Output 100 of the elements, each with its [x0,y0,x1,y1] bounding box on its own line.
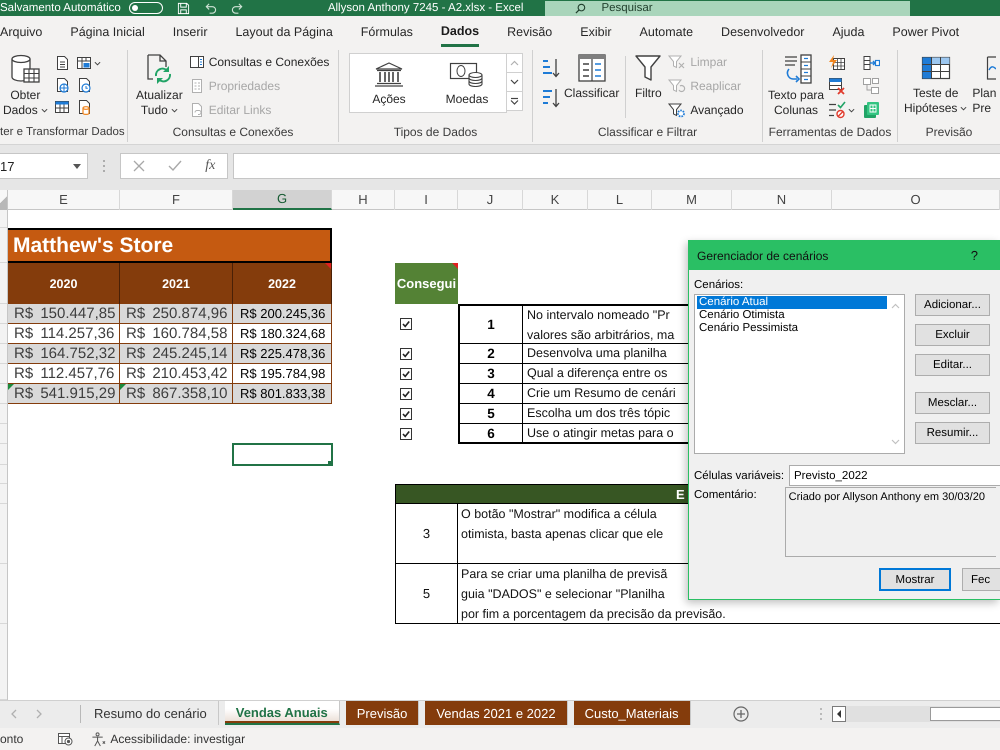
ribbon-tab[interactable]: Arquivo [0,16,42,48]
vertical-dots-icon[interactable] [818,707,823,721]
scroll-left-icon[interactable] [832,706,846,722]
checkbox[interactable] [400,428,412,440]
undo-icon[interactable] [204,2,217,14]
task-text: Use o atingir metas para o [527,425,674,442]
help-button[interactable]: ? [966,248,982,263]
macro-record-icon[interactable] [57,732,74,746]
grid-picture-icon[interactable] [76,55,92,71]
accessibility-status[interactable]: Acessibilidade: investigar [110,732,246,746]
redo-icon[interactable] [230,2,244,14]
ribbon-button[interactable]: Avançado [668,98,744,122]
remove-duplicates-icon[interactable] [828,77,846,95]
table-icon[interactable] [54,99,70,115]
currency-value: R$ 160.784,58 [126,325,228,342]
ribbon-tab[interactable]: Power Pivot [892,16,960,48]
consolidate-icon[interactable] [862,55,880,71]
data-type-button[interactable]: Ações [350,54,428,112]
ribbon-tab[interactable]: Automate [640,16,694,48]
group-label: Ferramentas de Dados [768,125,892,141]
checkbox[interactable] [400,368,412,380]
caret-icon[interactable] [848,108,856,112]
data-validation-icon[interactable] [828,101,846,119]
add-sheet-icon[interactable] [732,706,749,722]
check-icon[interactable] [168,160,182,172]
banknote-coins-icon [449,60,485,86]
checkbox[interactable] [400,318,412,330]
ribbon-tab[interactable]: Desenvolvedor [721,16,804,48]
column-header[interactable]: G [233,190,332,210]
formula-input[interactable] [233,153,1000,179]
sort-descending-icon[interactable] [542,87,560,109]
sort-button[interactable]: Classificar [564,50,620,122]
input-field[interactable]: Previsto_2022 [789,465,1000,486]
data-model-icon[interactable] [862,101,880,119]
sheet-tab[interactable]: Vendas 2021 e 2022 [425,701,568,725]
sheet-tab[interactable]: Previsão [346,701,420,725]
ribbon-tab[interactable]: Revisão [507,16,552,48]
currency-value: R$ 114.257,36 [14,325,114,342]
search-icon [575,2,586,14]
save-icon[interactable] [176,2,190,14]
autosave-toggle[interactable] [128,2,163,14]
search-field[interactable]: Pesquisar [545,0,910,16]
currency-value: R$ 867.358,10 [126,385,228,402]
ribbon-tab[interactable]: Ajuda [832,16,864,48]
dialog-button[interactable]: Fec [962,568,1000,591]
sort-ascending-icon[interactable] [542,57,560,79]
accessibility-icon[interactable] [91,732,106,746]
table-title-banner: Matthew's Store [8,228,332,263]
column-heading: Consegui [396,276,456,291]
ribbon-tab[interactable]: Layout da Página [235,16,333,48]
checkbox[interactable] [400,408,412,420]
list-item[interactable]: Cenário Otimista [697,309,887,322]
get-data-button[interactable]: Obter Dados [3,50,48,122]
horizontal-scrollbar[interactable] [846,706,1000,722]
caret-icon[interactable] [94,60,101,66]
active-cell-selection[interactable] [232,443,333,466]
comment-field[interactable]: Criado por Allyson Anthony em 30/03/20 [784,487,996,557]
relationships-icon[interactable] [862,77,880,95]
bank-icon [374,60,404,86]
ribbon-tab[interactable]: Dados [440,18,480,46]
scrollbar-thumb[interactable] [930,707,1000,721]
ribbon-tab[interactable]: Página Inicial [70,16,145,48]
name-box[interactable]: 17 [0,153,88,179]
task-number: 2 [458,344,523,364]
dialog-button[interactable]: Mesclar... [915,392,990,414]
ribbon-tab[interactable]: Exibir [580,16,612,48]
sheet-tab[interactable]: Custo_Materiais [574,701,691,725]
explanation-text: O botão "Mostrar" modifica a célula [461,506,657,523]
insert-function-button[interactable]: fx [205,158,216,174]
sheet-tab[interactable]: Vendas Anuais [224,701,340,725]
task-text: Escolha um dos três tópic [527,405,670,422]
currency-value: R$ 541.915,29 [14,385,116,402]
list-item[interactable]: Cenário Pessimista [697,322,887,335]
ribbon-tab[interactable]: Fórmulas [360,16,413,48]
dialog-button[interactable]: Editar... [915,354,990,376]
gallery-down-button[interactable] [507,72,523,92]
forecast-sheet-button[interactable]: Plan Pre [972,50,996,122]
dialog-button[interactable]: Mostrar [879,568,951,591]
list-item[interactable]: Cenário Atual [697,296,887,309]
filter-button[interactable]: Filtro [634,50,662,122]
checkbox[interactable] [400,388,412,400]
dialog-button[interactable]: Adicionar... [915,294,990,316]
data-type-button[interactable]: Moedas [428,54,506,112]
gallery-more-button[interactable] [507,91,523,111]
checkbox[interactable] [400,348,412,360]
sort-table-icon [576,53,607,83]
explanation-text: guia "DADOS" e selecionar "Planilha [461,586,665,603]
task-text: Qual a diferença entre os [527,365,668,382]
what-if-button[interactable]: Teste de Hipóteses [904,50,968,122]
vertical-dots-icon[interactable] [102,159,106,173]
dialog-button[interactable]: Resumir... [915,422,990,444]
task-number: 4 [458,384,523,404]
sheet-tab[interactable]: Resumo do cenário [83,701,219,725]
ribbon-button[interactable]: Consultas e Conexões [188,50,330,74]
scenario-list[interactable]: Cenário Atual Cenário Otimista Cenário Pessimista [694,294,905,454]
refresh-all-button[interactable]: Atualizar Tudo [136,50,183,122]
dialog-button[interactable]: Excluir [915,324,990,346]
ribbon-tab[interactable]: Inserir [172,16,208,48]
flash-fill-icon[interactable] [828,55,846,71]
text-to-columns-button[interactable]: Texto para Colunas [768,50,824,122]
